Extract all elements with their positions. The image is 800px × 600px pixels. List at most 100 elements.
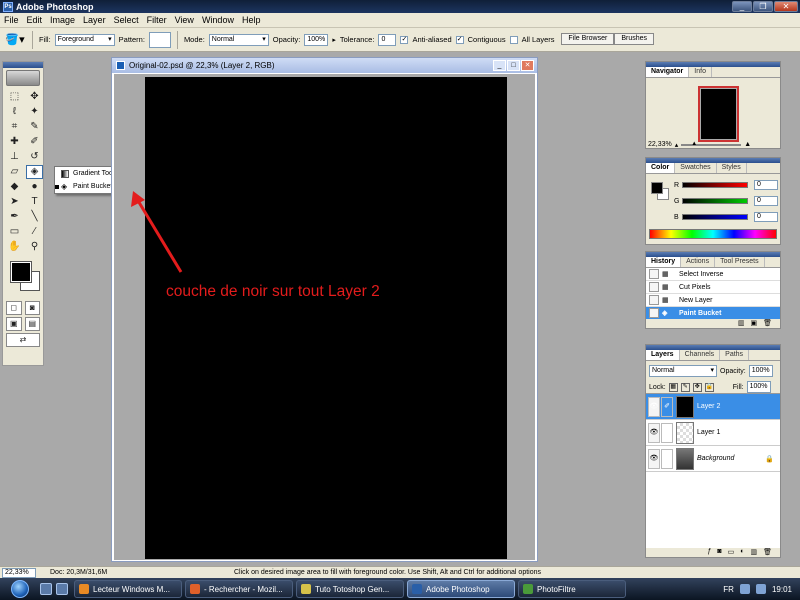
menu-edit[interactable]: Edit <box>23 15 47 25</box>
red-slider[interactable] <box>682 182 748 188</box>
layer-opacity-field[interactable]: 100% <box>748 365 773 377</box>
path-selection-tool-icon[interactable]: ➤ <box>6 195 23 209</box>
doc-close-button[interactable]: ✕ <box>521 60 534 71</box>
crop-tool-icon[interactable]: ⌗ <box>6 120 23 134</box>
layer-fill-field[interactable]: 100% <box>746 381 771 393</box>
screen-mode-standard-icon[interactable]: ▣ <box>6 317 22 331</box>
opacity-field[interactable]: 100% <box>304 33 329 46</box>
doc-minimize-button[interactable]: _ <box>493 60 506 71</box>
eyedropper-tool-icon[interactable]: ⁄ <box>26 225 43 239</box>
green-slider[interactable] <box>682 198 748 204</box>
show-desktop-icon[interactable] <box>40 583 52 595</box>
doc-maximize-button[interactable]: □ <box>507 60 520 71</box>
tolerance-field[interactable]: 0 <box>378 33 397 46</box>
adjustment-layer-icon[interactable]: ◐ <box>740 548 744 557</box>
notes-tool-icon[interactable]: ▭ <box>6 225 23 239</box>
layer-row[interactable]: 👁 Layer 1 <box>646 420 780 446</box>
tab-channels[interactable]: Channels <box>680 350 721 360</box>
zoom-tool-icon[interactable]: ⚲ <box>26 240 43 254</box>
file-browser-tab[interactable]: File Browser <box>561 33 615 45</box>
paint-bucket-tool-icon[interactable]: ◈ <box>26 165 43 179</box>
history-item[interactable]: ▦ Cut Pixels <box>646 281 780 294</box>
foreground-color-swatch[interactable] <box>10 261 32 283</box>
brush-tool-icon[interactable]: ✐ <box>26 135 43 149</box>
opacity-arrow-icon[interactable]: ▸ <box>332 36 336 44</box>
zoom-in-icon[interactable]: ▲ <box>744 141 751 148</box>
tray-volume-icon[interactable] <box>755 584 766 594</box>
history-brush-tool-icon[interactable]: ↺ <box>26 150 43 164</box>
visibility-eye-icon[interactable]: 👁 <box>648 422 660 443</box>
menu-image[interactable]: Image <box>46 15 79 25</box>
all-layers-checkbox[interactable] <box>509 35 518 44</box>
color-spectrum-bar[interactable] <box>649 229 777 239</box>
taskbar-item[interactable]: Tuto Totoshop Gen... <box>296 580 404 598</box>
minimize-button[interactable]: _ <box>732 1 752 12</box>
anti-aliased-checkbox[interactable]: ✓ <box>400 35 409 44</box>
tray-network-icon[interactable] <box>739 584 750 594</box>
color-fg-swatch[interactable] <box>651 182 663 194</box>
eraser-tool-icon[interactable]: ▱ <box>6 165 23 179</box>
green-value[interactable]: 0 <box>754 196 778 206</box>
standard-mode-icon[interactable]: ◻ <box>6 301 22 315</box>
history-item[interactable]: ▦ Select Inverse <box>646 268 780 281</box>
screen-mode-full-icon[interactable]: ▤ <box>24 317 40 331</box>
menu-layer[interactable]: Layer <box>79 15 110 25</box>
jump-to-imageready-icon[interactable]: ⇄ <box>6 333 40 347</box>
tab-paths[interactable]: Paths <box>720 350 750 360</box>
menu-select[interactable]: Select <box>110 15 143 25</box>
tab-tool-presets[interactable]: Tool Presets <box>715 257 765 267</box>
taskbar-item[interactable]: Lecteur Windows M... <box>74 580 182 598</box>
history-source-checkbox[interactable] <box>649 295 659 305</box>
visibility-eye-icon[interactable]: 👁 <box>648 396 660 417</box>
slice-tool-icon[interactable]: ✎ <box>26 120 43 134</box>
tab-actions[interactable]: Actions <box>681 257 716 267</box>
menu-window[interactable]: Window <box>198 15 238 25</box>
brushes-tab[interactable]: Brushes <box>614 33 654 45</box>
tab-navigator[interactable]: Navigator <box>646 67 690 77</box>
layer-brush-icon[interactable]: ✐ <box>661 396 673 417</box>
line-tool-icon[interactable]: ╲ <box>26 210 43 224</box>
tab-styles[interactable]: Styles <box>717 163 747 173</box>
navigator-zoom-value[interactable]: 22,33% <box>648 141 672 148</box>
history-item[interactable]: ▦ New Layer <box>646 294 780 307</box>
type-tool-icon[interactable]: T <box>26 195 43 209</box>
lock-image-icon[interactable]: ✎ <box>680 382 690 392</box>
blur-tool-icon[interactable]: ◆ <box>6 180 23 194</box>
layer-link-slot[interactable] <box>661 448 673 469</box>
new-set-icon[interactable]: ▭ <box>728 548 735 557</box>
layer-style-icon[interactable]: ƒ <box>707 548 711 557</box>
menu-file[interactable]: File <box>0 15 23 25</box>
paint-bucket-preset-icon[interactable]: 🪣▾ <box>4 31 26 49</box>
new-layer-icon[interactable]: ▥ <box>750 548 757 557</box>
restore-button[interactable]: ❐ <box>753 1 773 12</box>
tab-color[interactable]: Color <box>646 163 676 173</box>
pattern-picker[interactable] <box>148 31 171 48</box>
lock-position-icon[interactable]: ✥ <box>692 382 702 392</box>
layer-row[interactable]: 👁 Background 🔒 <box>646 446 780 472</box>
zoom-slider[interactable] <box>681 141 742 147</box>
navigator-thumbnail[interactable] <box>698 86 739 142</box>
red-value[interactable]: 0 <box>754 180 778 190</box>
clock[interactable]: 19:01 <box>772 585 792 594</box>
blue-slider[interactable] <box>682 214 748 220</box>
fill-select[interactable]: Foreground <box>54 33 115 46</box>
clone-stamp-tool-icon[interactable]: ⊥ <box>6 150 23 164</box>
marquee-tool-icon[interactable]: ⬚ <box>6 90 23 104</box>
blue-value[interactable]: 0 <box>754 212 778 222</box>
layer-link-slot[interactable] <box>661 422 673 443</box>
lock-transparency-icon[interactable]: ▦ <box>668 382 678 392</box>
healing-brush-tool-icon[interactable]: ✚ <box>6 135 23 149</box>
add-mask-icon[interactable]: ◙ <box>717 548 721 557</box>
mode-select[interactable]: Normal <box>208 33 269 46</box>
taskbar-item-active[interactable]: Adobe Photoshop <box>407 580 515 598</box>
new-snapshot-icon[interactable]: ▣ <box>750 319 757 328</box>
tab-info[interactable]: Info <box>689 67 712 77</box>
history-source-checkbox[interactable] <box>649 308 659 318</box>
move-tool-icon[interactable]: ✥ <box>26 90 43 104</box>
magic-wand-tool-icon[interactable]: ✦ <box>26 105 43 119</box>
close-button[interactable]: ✕ <box>774 1 798 12</box>
taskbar-item[interactable]: PhotoFiltre <box>518 580 626 598</box>
lasso-tool-icon[interactable]: ℓ <box>6 105 23 119</box>
new-document-icon[interactable]: ▥ <box>738 319 745 328</box>
visibility-eye-icon[interactable]: 👁 <box>648 448 660 469</box>
